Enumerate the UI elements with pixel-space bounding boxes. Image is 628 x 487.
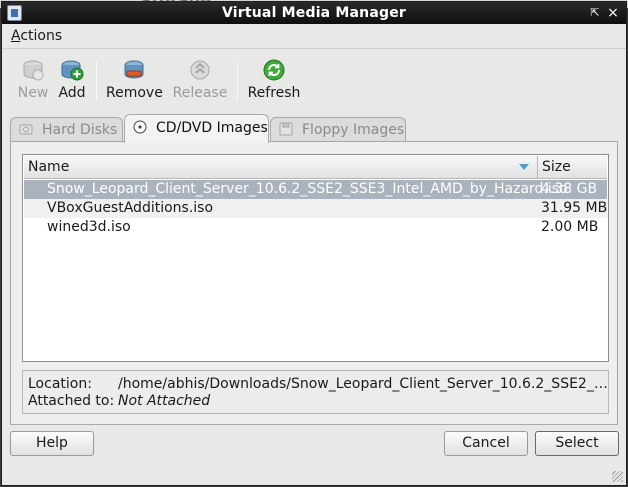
list-item[interactable]: VBoxGuestAdditions.iso 31.95 MB (24, 199, 607, 218)
tab-hard-disks-label: Hard Disks (42, 122, 118, 138)
list-item[interactable]: Snow_Leopard_Client_Server_10.6.2_SSE2_S… (24, 180, 607, 199)
column-header-name-label: Name (28, 159, 70, 175)
resize-grip-icon[interactable] (612, 471, 623, 482)
floppy-icon (279, 122, 293, 136)
window-title: Virtual Media Manager (221, 5, 407, 21)
new-button[interactable]: New (16, 58, 50, 104)
list-rows: Snow_Leopard_Client_Server_10.6.2_SSE2_S… (24, 180, 607, 237)
cancel-button-label: Cancel (462, 435, 510, 451)
toolbar-separator (96, 62, 97, 100)
toolbar: New Add Remove Release Refresh (2, 58, 626, 104)
item-size: 2.00 MB (541, 219, 599, 235)
item-name: wined3d.iso (47, 219, 131, 235)
hard-disk-add-icon (61, 60, 84, 81)
release-button[interactable]: Release (172, 58, 228, 104)
item-name: VBoxGuestAdditions.iso (47, 200, 214, 216)
add-button[interactable]: Add (57, 58, 87, 104)
toolbar-separator (237, 62, 238, 100)
media-list[interactable]: Name Size Snow_Leopard_Client_Server_10.… (22, 154, 609, 362)
help-button[interactable]: Help (10, 431, 94, 456)
cd-dvd-icon (133, 120, 147, 134)
item-size: 4.38 GB (541, 181, 598, 197)
virtual-media-manager-window: Virtual Media Manager ⇱ × Actions New Ad… (1, 1, 627, 486)
cd-dvd-images-panel: Name Size Snow_Leopard_Client_Server_10.… (10, 141, 618, 425)
item-name: Snow_Leopard_Client_Server_10.6.2_SSE2_S… (47, 181, 568, 197)
list-item[interactable]: wined3d.iso 2.00 MB (24, 218, 607, 237)
help-button-label: Help (36, 435, 68, 451)
column-header-size[interactable]: Size (538, 156, 607, 178)
list-header: Name Size (24, 156, 607, 179)
remove-button[interactable]: Remove (106, 58, 163, 104)
refresh-button[interactable]: Refresh (247, 58, 301, 104)
hard-disk-release-icon (190, 60, 210, 80)
remove-button-label: Remove (106, 85, 163, 101)
refresh-button-label: Refresh (247, 85, 301, 101)
release-button-label: Release (172, 85, 228, 101)
column-header-name[interactable]: Name (24, 156, 538, 178)
menu-actions[interactable]: Actions (11, 28, 62, 44)
tab-floppy-images-label: Floppy Images (302, 122, 405, 138)
tab-hard-disks[interactable]: Hard Disks (10, 117, 123, 142)
hard-disk-new-icon (23, 60, 44, 81)
close-icon[interactable]: × (606, 6, 620, 20)
tab-cd-dvd-images-label: CD/DVD Images (156, 120, 268, 136)
status-bar (2, 467, 626, 485)
location-label: Location: (28, 376, 92, 392)
restore-icon[interactable]: ⇱ (588, 6, 602, 20)
media-info-pane: Location: /home/abhis/Downloads/Snow_Leo… (22, 370, 609, 414)
hard-disk-remove-icon (124, 60, 144, 79)
refresh-icon (263, 59, 285, 81)
location-value: /home/abhis/Downloads/Snow_Leopard_Clien… (118, 376, 608, 392)
add-button-label: Add (58, 85, 86, 101)
hard-disk-icon (19, 124, 33, 135)
title-bar[interactable]: Virtual Media Manager ⇱ × (2, 2, 626, 24)
cancel-button[interactable]: Cancel (444, 431, 528, 456)
attached-to-value: Not Attached (118, 393, 211, 409)
attached-to-label: Attached to: (28, 393, 115, 409)
tab-floppy-images[interactable]: Floppy Images (270, 117, 406, 142)
item-size: 31.95 MB (541, 200, 608, 216)
menu-bar: Actions (2, 24, 626, 49)
select-button[interactable]: Select (535, 431, 619, 456)
new-button-label: New (17, 85, 49, 101)
sort-descending-icon (519, 164, 529, 170)
tab-cd-dvd-images[interactable]: CD/DVD Images (124, 114, 269, 143)
select-button-label: Select (555, 435, 599, 451)
